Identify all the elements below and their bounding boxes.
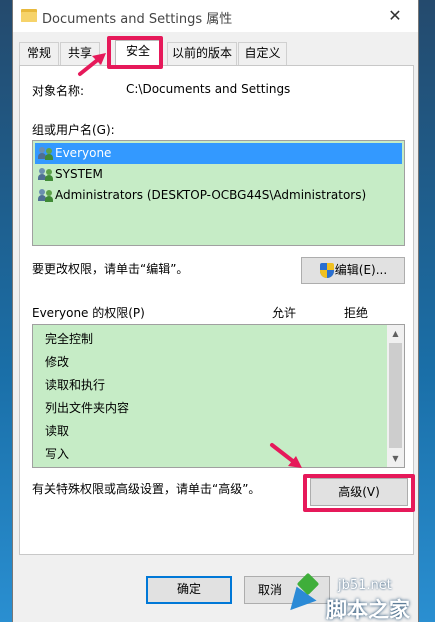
object-name-label: 对象名称:	[32, 84, 85, 98]
desktop-background-right	[419, 0, 435, 622]
group-name: SYSTEM	[55, 167, 103, 181]
allow-column-header: 允许	[272, 306, 297, 320]
scroll-down-icon[interactable]: ▼	[387, 450, 404, 467]
permissions-list[interactable]: 完全控制 修改 读取和执行 列出文件夹内容 读取 写入 ▲ ▼	[32, 324, 405, 468]
permission-write: 写入	[45, 447, 70, 461]
deny-column-header: 拒绝	[344, 306, 369, 320]
permissions-header: Everyone 的权限(P) 允许 拒绝	[32, 304, 405, 320]
special-permissions-hint: 有关特殊权限或高级设置，请单击“高级”。	[32, 482, 261, 496]
group-row-everyone[interactable]: Everyone	[35, 143, 402, 164]
arrow-to-advanced-button	[270, 443, 302, 468]
ok-button[interactable]: 确定	[146, 576, 232, 604]
tab-general[interactable]: 常规	[19, 42, 59, 65]
users-icon	[38, 167, 54, 182]
object-name-value: C:\Documents and Settings	[126, 82, 291, 96]
groups-label: 组或用户名(G):	[32, 123, 115, 137]
desktop-background-left	[0, 0, 12, 622]
permission-list-folder: 列出文件夹内容	[45, 401, 130, 415]
tab-customize[interactable]: 自定义	[238, 42, 287, 65]
groups-list[interactable]: Everyone SYSTEM Administrators (DESKTOP-…	[32, 140, 405, 246]
permission-full-control: 完全控制	[45, 332, 94, 346]
arrow-to-security-tab	[78, 53, 106, 76]
change-permissions-hint: 要更改权限，请单击“编辑”。	[32, 262, 189, 276]
permission-modify: 修改	[45, 355, 70, 369]
title-bar[interactable]: Documents and Settings 属性 ✕	[13, 0, 418, 32]
users-icon	[38, 188, 54, 203]
watermark-url: jb51.net	[338, 578, 392, 593]
uac-shield-icon	[320, 263, 334, 278]
window-title: Documents and Settings 属性	[42, 12, 233, 27]
security-panel: 对象名称: C:\Documents and Settings 组或用户名(G)…	[19, 65, 415, 555]
scroll-up-icon[interactable]: ▲	[387, 325, 404, 342]
permissions-title: Everyone 的权限(P)	[32, 306, 145, 320]
watermark-logo-icon	[283, 572, 320, 611]
group-row-system[interactable]: SYSTEM	[35, 164, 402, 185]
permission-read-execute: 读取和执行	[45, 378, 106, 392]
security-tab-highlight	[107, 36, 163, 69]
watermark: jb51.net 脚本之家	[282, 572, 435, 622]
scrollbar-thumb[interactable]	[389, 343, 402, 448]
folder-icon	[21, 9, 37, 22]
close-button[interactable]: ✕	[372, 0, 418, 32]
edit-button[interactable]: 编辑(E)...	[301, 257, 405, 284]
permission-read: 读取	[45, 424, 70, 438]
group-row-administrators[interactable]: Administrators (DESKTOP-OCBG44S\Administ…	[35, 185, 402, 206]
tab-previous-versions[interactable]: 以前的版本	[167, 42, 237, 65]
users-icon	[38, 146, 54, 161]
properties-dialog: Documents and Settings 属性 ✕ 常规 共享 安全 以前的…	[12, 0, 419, 622]
edit-button-label: 编辑(E)...	[334, 263, 388, 277]
group-name: Everyone	[55, 146, 112, 160]
permissions-scrollbar[interactable]: ▲ ▼	[387, 325, 404, 467]
watermark-name: 脚本之家	[326, 598, 410, 622]
group-name: Administrators (DESKTOP-OCBG44S\Administ…	[55, 188, 367, 202]
advanced-button-highlight	[303, 474, 415, 512]
